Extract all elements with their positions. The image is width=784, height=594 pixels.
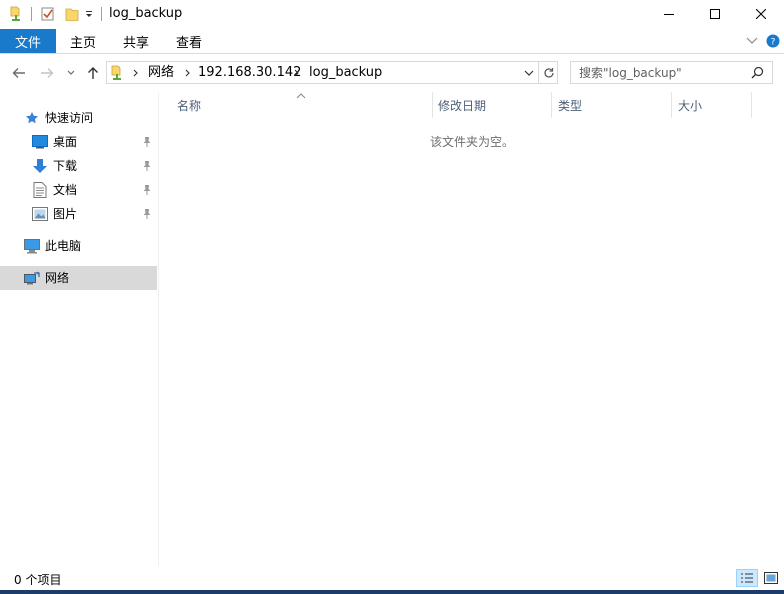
column-divider[interactable] <box>432 92 433 118</box>
column-divider[interactable] <box>671 92 672 118</box>
tab-view[interactable]: 查看 <box>176 29 202 53</box>
document-icon <box>32 182 48 198</box>
address-bar[interactable]: 网络 192.168.30.142 log_backup <box>106 61 558 84</box>
breadcrumb-network[interactable]: 网络 <box>148 65 174 81</box>
sidebar-item-label: 桌面 <box>53 135 78 149</box>
sidebar-item-documents[interactable]: 文档 <box>0 178 157 202</box>
forward-button[interactable] <box>36 62 58 84</box>
column-header-date-modified[interactable]: 修改日期 <box>438 92 486 118</box>
expand-ribbon-chevron-down-icon[interactable] <box>744 33 760 49</box>
title-bar: log_backup <box>0 0 784 28</box>
help-icon[interactable]: ? <box>765 33 781 49</box>
search-input[interactable] <box>579 65 749 81</box>
column-divider[interactable] <box>551 92 552 118</box>
status-bar: 0 个项目 <box>0 566 784 590</box>
column-header-name[interactable]: 名称 <box>177 92 201 118</box>
sidebar-item-network[interactable]: 网络 <box>0 266 157 290</box>
chevron-down-icon <box>67 70 75 75</box>
pin-icon[interactable] <box>142 160 152 172</box>
refresh-icon <box>543 67 554 78</box>
navigation-bar: 网络 192.168.30.142 log_backup <box>0 58 784 88</box>
separator <box>31 7 32 21</box>
minimize-button[interactable] <box>646 0 692 28</box>
sidebar-item-this-pc[interactable]: 此电脑 <box>0 234 157 258</box>
sidebar-item-downloads[interactable]: 下载 <box>0 154 157 178</box>
sidebar-item-label: 文档 <box>53 183 78 197</box>
pin-icon[interactable] <box>142 208 152 220</box>
minimize-icon <box>664 14 674 15</box>
sidebar-item-label: 快速访问 <box>45 111 94 125</box>
sidebar-item-label: 图片 <box>53 207 78 221</box>
arrow-left-icon <box>12 68 25 78</box>
arrow-up-icon <box>88 67 98 79</box>
item-count: 0 个项目 <box>14 573 62 587</box>
window-title: log_backup <box>109 6 183 21</box>
sort-ascending-icon <box>296 88 306 99</box>
arrow-right-icon <box>41 68 54 78</box>
back-button[interactable] <box>8 62 30 84</box>
pane-splitter[interactable] <box>158 92 159 566</box>
breadcrumb-host[interactable]: 192.168.30.142 <box>198 65 301 81</box>
download-icon <box>32 158 48 174</box>
folder-properties-icon[interactable] <box>6 4 26 24</box>
sidebar-item-label: 此电脑 <box>45 239 82 253</box>
sidebar-item-label: 下载 <box>53 159 78 173</box>
details-view-button[interactable] <box>736 569 758 587</box>
desktop-icon <box>32 134 48 150</box>
network-folder-icon <box>111 65 125 81</box>
address-history-button[interactable] <box>522 66 536 80</box>
pin-icon[interactable] <box>142 184 152 196</box>
close-icon <box>756 9 766 19</box>
pictures-icon <box>32 206 48 222</box>
sidebar-item-quick-access[interactable]: 快速访问 <box>0 106 157 130</box>
navigation-pane: 快速访问 桌面 下载 文档 图片 此电脑 网络 <box>0 100 157 560</box>
refresh-button[interactable] <box>541 65 556 80</box>
empty-folder-message: 该文件夹为空。 <box>430 135 515 149</box>
maximize-icon <box>710 9 720 19</box>
close-button[interactable] <box>738 0 784 28</box>
sidebar-item-label: 网络 <box>45 271 70 285</box>
sidebar-item-pictures[interactable]: 图片 <box>0 202 157 226</box>
sidebar-item-desktop[interactable]: 桌面 <box>0 130 157 154</box>
breadcrumb-separator-icon[interactable] <box>183 66 193 80</box>
taskbar-edge <box>0 590 784 594</box>
breadcrumb-folder[interactable]: log_backup <box>309 65 382 81</box>
pin-icon[interactable] <box>142 136 152 148</box>
search-icon[interactable] <box>751 66 765 80</box>
separator <box>538 62 539 83</box>
maximize-button[interactable] <box>692 0 738 28</box>
tab-home[interactable]: 主页 <box>70 29 96 53</box>
column-header-type[interactable]: 类型 <box>558 92 582 118</box>
large-icons-view-icon <box>764 572 778 584</box>
svg-text:?: ? <box>771 38 776 48</box>
search-box[interactable] <box>570 61 773 84</box>
column-divider[interactable] <box>751 92 752 118</box>
ribbon: 文件 主页 共享 查看 ? <box>0 28 784 54</box>
new-folder-icon[interactable] <box>62 4 82 24</box>
separator <box>101 7 102 21</box>
large-icons-view-button[interactable] <box>760 569 782 587</box>
properties-icon[interactable] <box>38 4 58 24</box>
details-view-icon <box>741 573 753 583</box>
tab-share[interactable]: 共享 <box>123 29 149 53</box>
network-icon <box>24 270 40 286</box>
up-button[interactable] <box>83 62 103 84</box>
customize-toolbar-chevron-down-icon[interactable] <box>83 4 95 24</box>
chevron-down-icon <box>524 70 534 76</box>
computer-icon <box>24 238 40 254</box>
column-header-size[interactable]: 大小 <box>678 92 702 118</box>
star-icon <box>24 110 40 126</box>
recent-locations-button[interactable] <box>64 62 78 84</box>
breadcrumb-separator-icon[interactable] <box>292 66 302 80</box>
breadcrumb-separator-icon[interactable] <box>131 66 141 80</box>
tab-file[interactable]: 文件 <box>0 29 56 53</box>
